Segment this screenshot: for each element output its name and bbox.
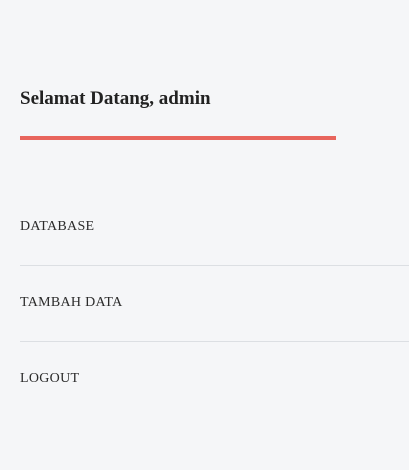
heading-underline: [20, 136, 336, 140]
sidebar-item-tambah-data-link[interactable]: TAMBAH DATA: [20, 295, 123, 311]
sidebar-item-database[interactable]: DATABASE: [20, 190, 409, 266]
sidebar: Selamat Datang, admin DATABASE TAMBAH DA…: [0, 0, 409, 470]
sidebar-item-tambah-data[interactable]: TAMBAH DATA: [20, 266, 409, 342]
sidebar-menu: DATABASE TAMBAH DATA LOGOUT: [20, 190, 409, 418]
sidebar-item-logout[interactable]: LOGOUT: [20, 342, 409, 418]
welcome-heading: Selamat Datang, admin: [20, 88, 211, 109]
sidebar-item-database-link[interactable]: DATABASE: [20, 219, 94, 235]
sidebar-item-logout-link[interactable]: LOGOUT: [20, 371, 79, 387]
